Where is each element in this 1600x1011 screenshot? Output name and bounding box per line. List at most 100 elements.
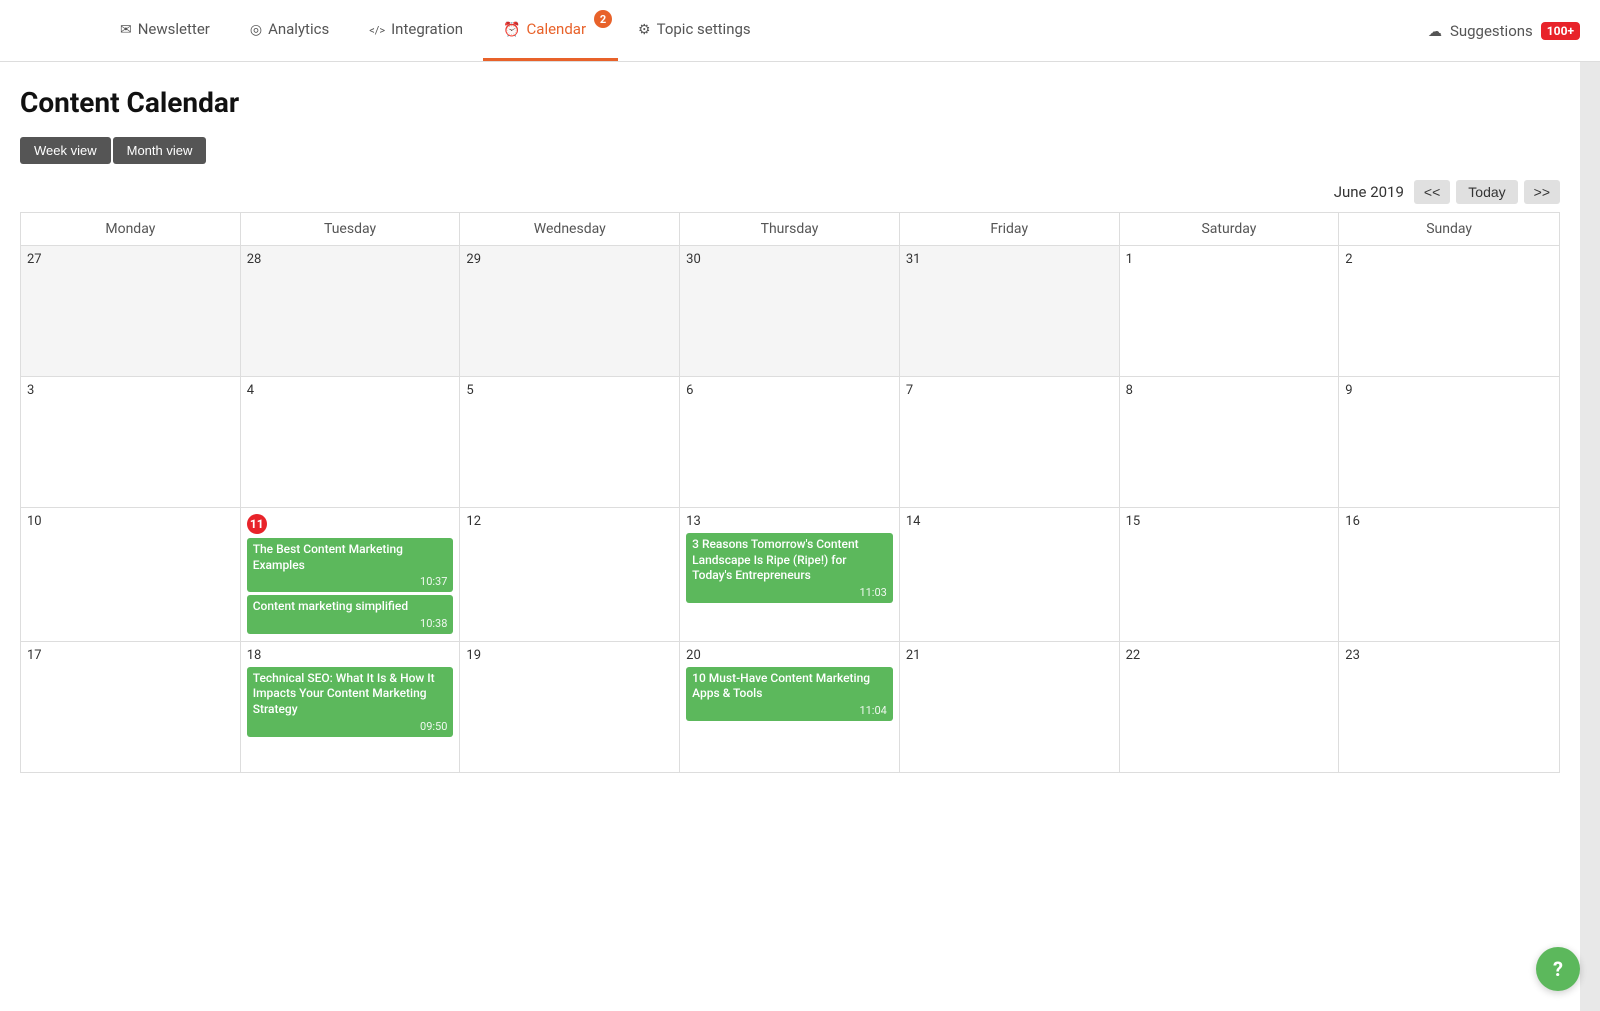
date-num-3-5: 22 xyxy=(1126,648,1141,663)
calendar-cell-0-3[interactable]: 30 xyxy=(680,246,900,376)
event-title-3-3-0: 10 Must-Have Content Marketing Apps & To… xyxy=(692,671,887,702)
calendar-cell-3-5[interactable]: 22 xyxy=(1120,642,1340,772)
cell-date-1-2: 5 xyxy=(466,383,673,398)
calendar-cell-1-3[interactable]: 6 xyxy=(680,377,900,507)
cell-date-1-0: 3 xyxy=(27,383,234,398)
date-badge-2-1: 11 xyxy=(247,514,267,534)
calendar-cell-0-6[interactable]: 2 xyxy=(1339,246,1559,376)
cell-date-0-3: 30 xyxy=(686,252,893,267)
calendar-cell-1-1[interactable]: 4 xyxy=(241,377,461,507)
date-num-3-6: 23 xyxy=(1345,648,1360,663)
cell-date-1-5: 8 xyxy=(1126,383,1333,398)
calendar-week-2: 1011The Best Content Marketing Examples1… xyxy=(21,508,1559,642)
date-num-2-3: 13 xyxy=(686,514,701,529)
month-view-button[interactable]: Month view xyxy=(113,137,207,164)
calendar-cell-2-3[interactable]: 13 3 Reasons Tomorrow's Content Landscape… xyxy=(680,508,900,641)
next-month-button[interactable]: >> xyxy=(1524,180,1560,204)
calendar-cell-0-0[interactable]: 27 xyxy=(21,246,241,376)
calendar-cell-0-1[interactable]: 28 xyxy=(241,246,461,376)
event-title-2-1-1: Content marketing simplified xyxy=(253,599,448,615)
main-content: Content Calendar Week view Month view Ju… xyxy=(0,62,1580,1011)
event-time-3-3-0: 11:04 xyxy=(692,704,887,717)
date-num-2-4: 14 xyxy=(906,514,921,529)
sidebar-right xyxy=(1580,62,1600,1011)
calendar-cell-3-2[interactable]: 19 xyxy=(460,642,680,772)
tab-newsletter[interactable]: Newsletter xyxy=(100,0,230,61)
calendar-cell-2-2[interactable]: 12 xyxy=(460,508,680,641)
week-view-button[interactable]: Week view xyxy=(20,137,111,164)
day-header-sunday: Sunday xyxy=(1339,213,1559,245)
calendar-cell-2-5[interactable]: 15 xyxy=(1120,508,1340,641)
calendar-week-1: 34 567 89 xyxy=(21,377,1559,508)
calendar-cell-0-2[interactable]: 29 xyxy=(460,246,680,376)
date-num-2-2: 12 xyxy=(466,514,481,529)
topic-icon xyxy=(638,20,651,38)
calendar-cell-3-1[interactable]: 18 Technical SEO: What It Is & How It Imp… xyxy=(241,642,461,772)
cell-date-3-3: 20 xyxy=(686,648,893,663)
cell-date-2-5: 15 xyxy=(1126,514,1333,529)
date-num-0-6: 2 xyxy=(1345,252,1352,267)
date-num-2-5: 15 xyxy=(1126,514,1141,529)
date-num-0-5: 1 xyxy=(1126,252,1133,267)
analytics-icon xyxy=(250,20,262,38)
calendar-badge: 2 xyxy=(594,10,612,28)
tab-integration-label: Integration xyxy=(391,20,463,38)
today-button[interactable]: Today xyxy=(1456,180,1517,204)
event-title-2-1-0: The Best Content Marketing Examples xyxy=(253,542,448,573)
event-3-3-0[interactable]: 10 Must-Have Content Marketing Apps & To… xyxy=(686,667,893,721)
calendar-cell-3-4[interactable]: 21 xyxy=(900,642,1120,772)
date-num-1-6: 9 xyxy=(1345,383,1352,398)
day-header-tuesday: Tuesday xyxy=(241,213,461,245)
day-headers: Monday Tuesday Wednesday Thursday Friday… xyxy=(21,213,1559,246)
calendar-cell-0-4[interactable]: 31 xyxy=(900,246,1120,376)
cell-date-3-0: 17 xyxy=(27,648,234,663)
event-time-2-1-1: 10:38 xyxy=(253,617,448,630)
day-header-thursday: Thursday xyxy=(680,213,900,245)
day-header-monday: Monday xyxy=(21,213,241,245)
calendar-cell-2-4[interactable]: 14 xyxy=(900,508,1120,641)
date-num-0-4: 31 xyxy=(906,252,921,267)
cell-date-2-1: 11 xyxy=(247,514,454,534)
calendar-cell-0-5[interactable]: 1 xyxy=(1120,246,1340,376)
day-header-friday: Friday xyxy=(900,213,1120,245)
calendar-cell-1-5[interactable]: 8 xyxy=(1120,377,1340,507)
calendar-cell-3-0[interactable]: 17 xyxy=(21,642,241,772)
date-num-3-3: 20 xyxy=(686,648,701,663)
cell-date-0-0: 27 xyxy=(27,252,234,267)
cell-date-0-5: 1 xyxy=(1126,252,1333,267)
calendar-week-3: 17 18 Technical SEO: What It Is & How It I… xyxy=(21,642,1559,773)
calendar-cell-2-6[interactable]: 16 xyxy=(1339,508,1559,641)
event-2-1-0[interactable]: The Best Content Marketing Examples10:37 xyxy=(247,538,454,592)
cell-date-1-6: 9 xyxy=(1345,383,1553,398)
calendar-icon xyxy=(503,20,520,38)
cell-date-2-6: 16 xyxy=(1345,514,1553,529)
date-num-0-0: 27 xyxy=(27,252,42,267)
help-button[interactable]: ? xyxy=(1536,947,1580,991)
tab-calendar[interactable]: Calendar 2 xyxy=(483,0,618,61)
tab-topic-settings[interactable]: Topic settings xyxy=(618,0,771,61)
calendar-cell-1-0[interactable]: 3 xyxy=(21,377,241,507)
tab-integration[interactable]: Integration xyxy=(349,0,483,61)
event-2-1-1[interactable]: Content marketing simplified 10:38 xyxy=(247,595,454,634)
date-num-1-4: 7 xyxy=(906,383,913,398)
nav-tabs: Newsletter Analytics Integration Calenda… xyxy=(100,0,771,61)
calendar-cell-3-3[interactable]: 20 10 Must-Have Content Marketing Apps & … xyxy=(680,642,900,772)
date-num-2-0: 10 xyxy=(27,514,42,529)
date-num-3-1: 18 xyxy=(247,648,262,663)
cell-date-1-3: 6 xyxy=(686,383,893,398)
calendar-cell-1-6[interactable]: 9 xyxy=(1339,377,1559,507)
cell-date-0-4: 31 xyxy=(906,252,1113,267)
tab-analytics[interactable]: Analytics xyxy=(230,0,349,61)
event-2-3-0[interactable]: 3 Reasons Tomorrow's Content Landscape I… xyxy=(686,533,893,603)
event-3-1-0[interactable]: Technical SEO: What It Is & How It Impac… xyxy=(247,667,454,737)
date-num-0-1: 28 xyxy=(247,252,262,267)
calendar-cell-2-1[interactable]: 11The Best Content Marketing Examples10:… xyxy=(241,508,461,641)
date-num-1-1: 4 xyxy=(247,383,254,398)
calendar-cell-2-0[interactable]: 10 xyxy=(21,508,241,641)
calendar-cell-1-2[interactable]: 5 xyxy=(460,377,680,507)
calendar-cell-1-4[interactable]: 7 xyxy=(900,377,1120,507)
day-header-wednesday: Wednesday xyxy=(460,213,680,245)
page-wrapper: Content Calendar Week view Month view Ju… xyxy=(0,62,1600,1011)
calendar-cell-3-6[interactable]: 23 xyxy=(1339,642,1559,772)
prev-month-button[interactable]: << xyxy=(1414,180,1450,204)
